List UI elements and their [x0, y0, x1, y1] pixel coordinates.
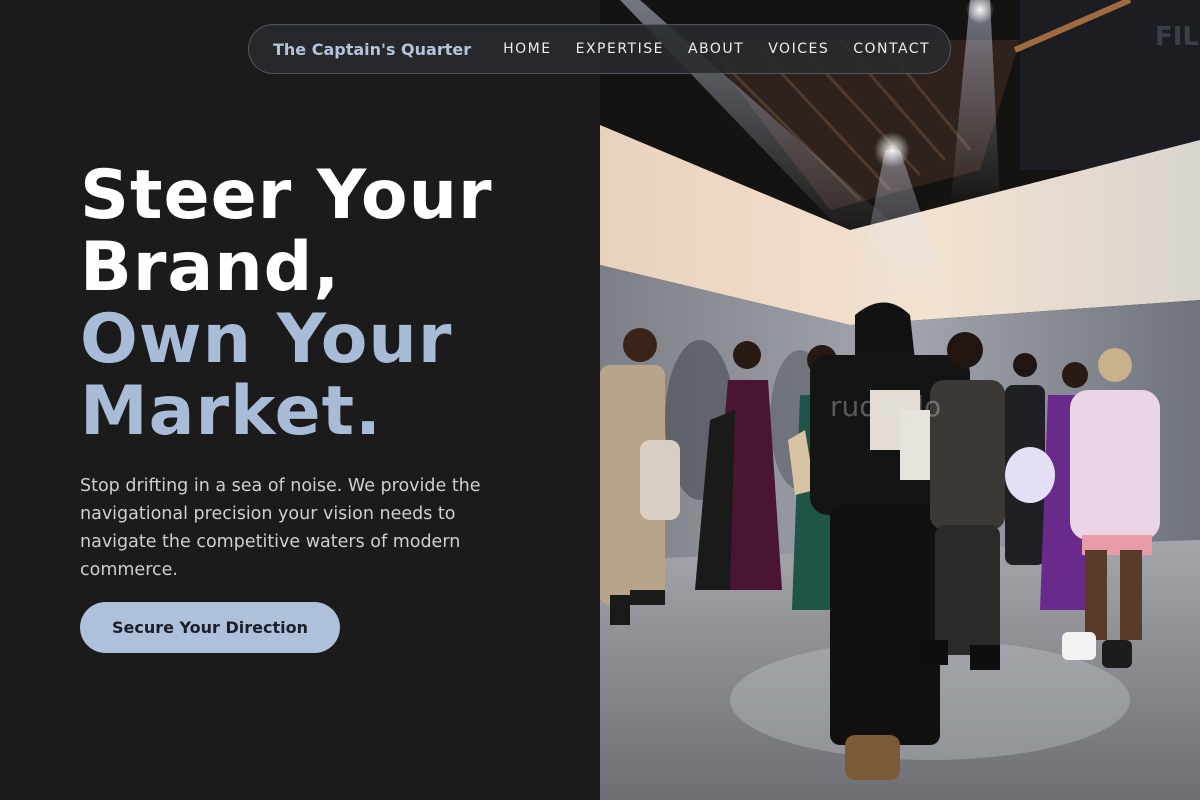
- nav-links: HOME EXPERTISE ABOUT VOICES CONTACT: [503, 41, 930, 57]
- secure-direction-button[interactable]: Secure Your Direction: [80, 602, 340, 653]
- nav-link-contact[interactable]: CONTACT: [853, 41, 930, 57]
- svg-text:FIL: FIL: [1155, 22, 1199, 52]
- top-navigation: The Captain's Quarter HOME EXPERTISE ABO…: [248, 24, 951, 74]
- photo-watermark: rudy.dlo: [830, 390, 942, 423]
- hero-title-line-2: Brand,: [80, 228, 341, 307]
- landing-page: Steer Your Brand, Own Your Market. Stop …: [0, 0, 1200, 800]
- nav-link-about[interactable]: ABOUT: [688, 41, 744, 57]
- nav-link-expertise[interactable]: EXPERTISE: [576, 41, 664, 57]
- nav-link-voices[interactable]: VOICES: [768, 41, 829, 57]
- hero-title: Steer Your Brand, Own Your Market.: [80, 160, 580, 448]
- hero-title-line-4: Market.: [80, 372, 382, 451]
- brand-logo[interactable]: The Captain's Quarter: [273, 40, 471, 59]
- nav-link-home[interactable]: HOME: [503, 41, 551, 57]
- hero-title-line-1: Steer Your: [80, 156, 493, 235]
- hero-description: Stop drifting in a sea of noise. We prov…: [80, 476, 481, 580]
- hero-section: Steer Your Brand, Own Your Market. Stop …: [0, 0, 600, 800]
- hero-title-line-3: Own Your: [80, 300, 453, 379]
